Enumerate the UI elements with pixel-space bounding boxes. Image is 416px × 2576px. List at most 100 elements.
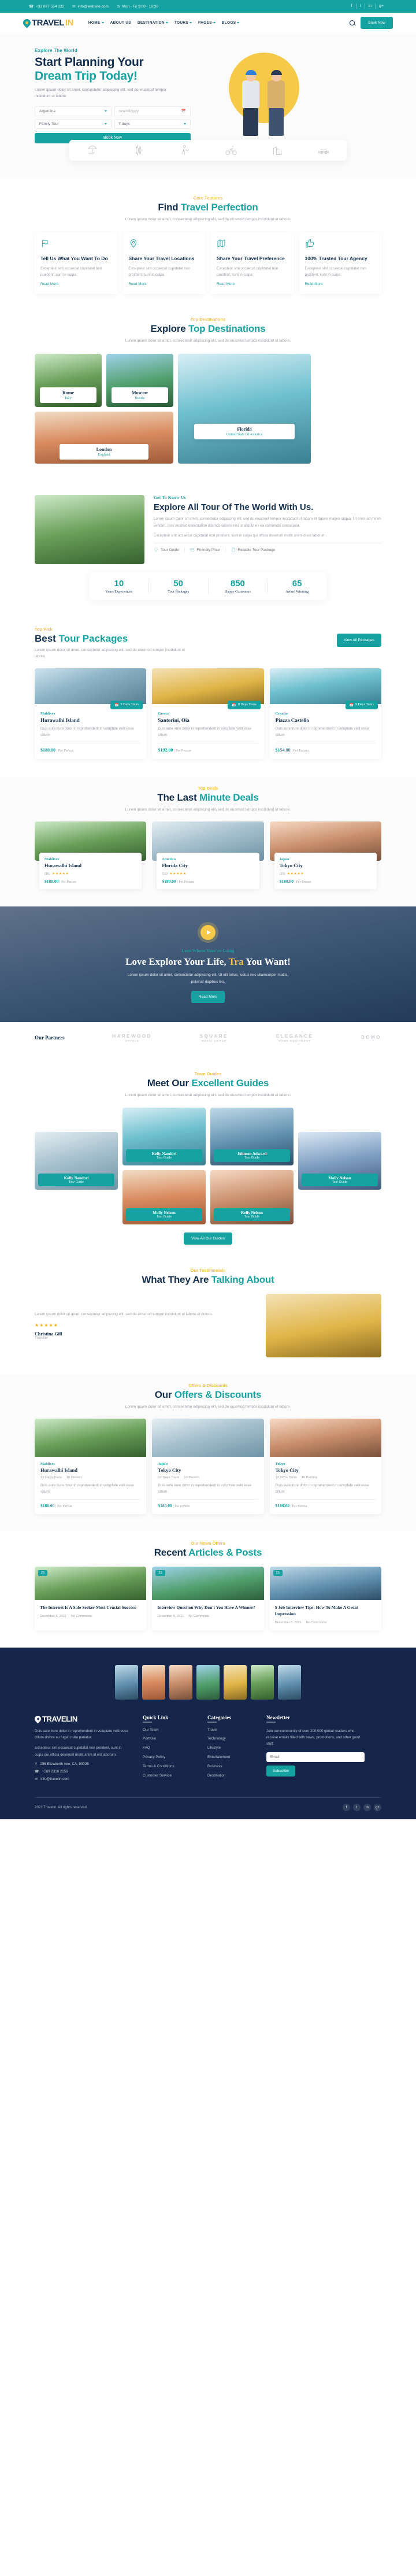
partner-logo[interactable]: SQUARE MEDIA GROUP xyxy=(200,1034,228,1042)
hero-booking-form: Argentina mm/dd/yyyy 📅 Family Tour 7 day… xyxy=(35,106,191,143)
nav-item-home[interactable]: HOME xyxy=(88,21,104,25)
linkedin-icon[interactable]: in xyxy=(363,1804,371,1812)
feature-read-more-link[interactable]: Read More xyxy=(217,282,288,286)
deal-card[interactable]: Maldives Hurawalhi Island (16) ★★★★★ $180… xyxy=(35,821,147,889)
partner-logo[interactable]: DOMO xyxy=(361,1035,381,1041)
footer-link[interactable]: Privacy Policy xyxy=(143,1755,195,1760)
footer-link[interactable]: Terms & Conditions xyxy=(143,1764,195,1770)
blog-card[interactable]: 25 Interview Question Why Don't You Have… xyxy=(152,1567,264,1630)
feature-card[interactable]: Share Your Travel Locations Excepteur si… xyxy=(122,232,205,294)
view-all-packages-button[interactable]: View All Packages xyxy=(337,633,381,647)
footer-email[interactable]: ✉ info@travelin.com xyxy=(35,1777,130,1781)
newsletter-subscribe-button[interactable]: Subscribe xyxy=(266,1765,296,1776)
package-title: Santorini, Oia xyxy=(158,717,190,723)
envelope-icon: ✉ xyxy=(72,5,76,9)
footer-category[interactable]: Technology xyxy=(207,1737,254,1742)
google-plus-icon[interactable]: g+ xyxy=(375,3,387,9)
cta-read-more-button[interactable]: Read More xyxy=(191,991,225,1004)
guide-card[interactable]: Kelly Nandori Tour Guide xyxy=(35,1132,118,1190)
newsletter-email-input[interactable] xyxy=(266,1752,365,1762)
nav-item-destination[interactable]: DESTINATION xyxy=(138,21,168,25)
nav-item-tours[interactable]: TOURS xyxy=(174,21,192,25)
beach-umbrella-icon[interactable] xyxy=(87,145,98,156)
facebook-icon[interactable]: f xyxy=(348,3,356,9)
feature-read-more-link[interactable]: Read More xyxy=(40,282,112,286)
linkedin-icon[interactable]: in xyxy=(364,3,375,9)
blog-card[interactable]: 25 The Internet Is A Safe Seeker Most Cr… xyxy=(35,1567,147,1630)
nav-item-pages[interactable]: PAGES xyxy=(198,21,216,25)
city-tour-icon[interactable] xyxy=(272,145,283,156)
safari-jeep-icon[interactable] xyxy=(318,145,329,156)
gallery-thumb[interactable] xyxy=(196,1664,220,1700)
package-card[interactable]: 📅 9 Days Tours Croatia Piazza Castello Du… xyxy=(269,668,381,759)
destination-card[interactable]: Moscow Russia xyxy=(106,353,173,407)
feature-read-more-link[interactable]: Read More xyxy=(129,282,200,286)
hiking-icon[interactable] xyxy=(179,145,191,156)
nav-item-blogs[interactable]: BLOGS xyxy=(222,21,240,25)
gallery-thumb[interactable] xyxy=(115,1664,138,1700)
deal-card[interactable]: America Florida City (16) ★★★★★ $180.00 |… xyxy=(152,821,264,889)
site-logo[interactable]: TRAVEL IN xyxy=(21,17,73,28)
tour-type-select[interactable]: Family Tour xyxy=(35,119,112,129)
duration-select[interactable]: 7 days xyxy=(114,119,191,129)
footer-category[interactable]: Lifestyle xyxy=(207,1746,254,1751)
offer-card[interactable]: Tokyo Tokyo City 12 Days Tours 10 Person … xyxy=(269,1418,381,1515)
package-card[interactable]: 📅 9 Days Tours Greece Santorini, Oia Duis… xyxy=(152,668,264,759)
gallery-thumb[interactable] xyxy=(278,1664,301,1700)
gallery-thumb[interactable] xyxy=(142,1664,165,1700)
cycling-icon[interactable] xyxy=(225,145,237,156)
guide-card[interactable]: Kelly Nandori Tour Guide xyxy=(122,1108,206,1166)
destination-select[interactable]: Argentina xyxy=(35,106,112,116)
feature-card[interactable]: Tell Us What You Want To Do Excepteur si… xyxy=(35,232,117,294)
footer-link[interactable]: Portfolio xyxy=(143,1737,195,1742)
footer-logo[interactable]: TRAVELIN xyxy=(33,1714,130,1723)
blog-post-title[interactable]: The Internet Is A Safe Seeker Most Cruci… xyxy=(40,1605,141,1611)
destination-card[interactable]: Rome Italy xyxy=(35,353,102,407)
twitter-icon[interactable]: t xyxy=(353,1804,361,1812)
offer-card[interactable]: Japan Tokyo City 12 Days Tours 10 Person … xyxy=(152,1418,264,1515)
google-plus-icon[interactable]: g+ xyxy=(374,1804,381,1812)
partner-logo[interactable]: HAREWOOD HOTELS xyxy=(112,1034,151,1042)
location-pin-icon xyxy=(33,1714,43,1723)
deal-card[interactable]: Japan Tokyo City (16) ★★★★★ $180.00 | Per… xyxy=(269,821,381,889)
partner-logo[interactable]: ELEGANCE HOME EQUIPMENT xyxy=(276,1034,313,1042)
date-input[interactable]: mm/dd/yyyy 📅 xyxy=(114,106,191,116)
guide-card[interactable]: Molly Nelson Tour Guide xyxy=(122,1170,206,1225)
footer-link[interactable]: Our Team xyxy=(143,1728,195,1733)
facebook-icon[interactable]: f xyxy=(343,1804,350,1812)
gallery-thumb[interactable] xyxy=(251,1664,274,1700)
offer-card[interactable]: Maldives Hurawalhi Island 12 Days Tours 1… xyxy=(35,1418,147,1515)
blog-post-title[interactable]: Interview Question Why Don't You Have A … xyxy=(157,1605,258,1611)
footer-phone[interactable]: ☎ +569 2316 2156 xyxy=(35,1770,130,1774)
gallery-thumb[interactable] xyxy=(169,1664,192,1700)
twitter-icon[interactable]: t xyxy=(355,3,365,9)
destination-card[interactable]: Florida United State Of America xyxy=(178,353,311,464)
feature-read-more-link[interactable]: Read More xyxy=(305,282,376,286)
view-all-guides-button[interactable]: View All Our Guides xyxy=(184,1233,232,1245)
play-button-icon[interactable] xyxy=(200,924,216,940)
blog-card[interactable]: 25 5 Job Interview Tips: How To Make A G… xyxy=(269,1567,381,1630)
footer-category[interactable]: Entertainment xyxy=(207,1755,254,1760)
footer-category[interactable]: Business xyxy=(207,1764,254,1770)
blog-eyebrow: Our News Offers xyxy=(191,1541,225,1546)
footer-link[interactable]: Customer Service xyxy=(143,1774,195,1779)
nav-item-about[interactable]: ABOUT US xyxy=(110,21,131,25)
guide-card[interactable]: Johnson Adward Tour Guide xyxy=(210,1108,294,1166)
package-card[interactable]: 📅 9 Days Tours Maldives Hurawalhi Island … xyxy=(35,668,147,759)
surfboard-icon[interactable] xyxy=(133,145,144,156)
gallery-thumb[interactable] xyxy=(224,1664,247,1700)
book-now-button[interactable]: Book Now xyxy=(361,17,393,29)
feature-card[interactable]: 100% Trusted Tour Agency Excepteur sint … xyxy=(299,232,381,294)
topbar-phone[interactable]: ☎ +33 877 554 332 xyxy=(29,4,64,9)
destination-card[interactable]: London England xyxy=(35,411,173,464)
feature-title: Share Your Travel Locations xyxy=(128,255,195,261)
guide-card[interactable]: Molly Nelson Tour Guide xyxy=(298,1132,381,1190)
search-icon[interactable] xyxy=(350,20,355,25)
footer-category[interactable]: Destination xyxy=(207,1774,254,1779)
footer-link[interactable]: FAQ xyxy=(143,1746,195,1751)
feature-card[interactable]: Share Your Travel Preference Excepteur s… xyxy=(211,232,294,294)
guide-card[interactable]: Kelly Nelson Tour Guide xyxy=(210,1170,294,1225)
footer-category[interactable]: Travel xyxy=(207,1728,254,1733)
topbar-email[interactable]: ✉ info@website.com xyxy=(72,4,109,9)
blog-post-title[interactable]: 5 Job Interview Tips: How To Make A Grea… xyxy=(275,1605,376,1617)
